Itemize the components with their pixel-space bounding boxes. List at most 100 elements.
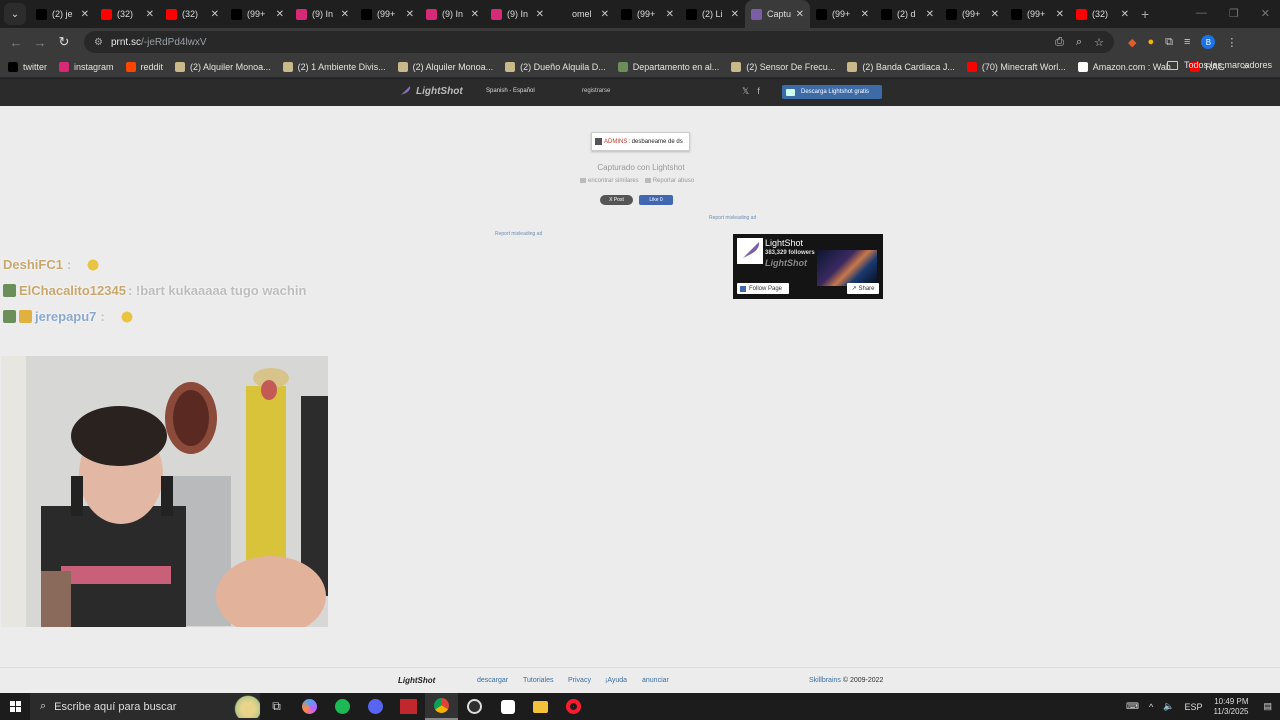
close-tab-icon[interactable]: ✕ xyxy=(211,9,219,20)
discord-icon[interactable] xyxy=(359,693,392,720)
close-window-icon[interactable]: ✕ xyxy=(1261,7,1270,20)
twitter-icon[interactable]: 𝕏 xyxy=(742,86,749,97)
install-app-icon[interactable]: ⎙ xyxy=(1055,36,1064,49)
browser-tab[interactable]: (32) ✕ xyxy=(1070,0,1135,28)
close-tab-icon[interactable]: ✕ xyxy=(926,9,934,20)
tray-overflow-icon[interactable]: ^ xyxy=(1149,702,1153,712)
app-red-icon[interactable] xyxy=(392,693,425,720)
extensions-puzzle-icon[interactable]: ⧉ xyxy=(1165,36,1173,49)
browser-tab[interactable]: (99+ ✕ xyxy=(615,0,680,28)
notifications-icon[interactable]: ▤ xyxy=(1263,701,1272,712)
report-ad-link[interactable]: Report misleading ad xyxy=(709,215,756,221)
close-tab-icon[interactable]: ✕ xyxy=(666,9,674,20)
bookmark-item[interactable]: reddit xyxy=(125,61,163,72)
report-ad-link[interactable]: Report misleading ad xyxy=(495,231,542,237)
fb-follow-button[interactable]: Follow Page xyxy=(737,283,789,294)
clock[interactable]: 10:49 PM 11/3/2025 xyxy=(1213,697,1248,717)
close-tab-icon[interactable]: ✕ xyxy=(341,9,349,20)
profile-avatar[interactable]: B xyxy=(1201,35,1216,49)
close-tab-icon[interactable]: ✕ xyxy=(1121,9,1129,20)
bookmark-item[interactable]: instagram xyxy=(59,61,114,72)
language-indicator[interactable]: ESP xyxy=(1184,702,1202,712)
close-tab-icon[interactable]: ✕ xyxy=(471,9,479,20)
facebook-icon[interactable]: f xyxy=(757,86,760,97)
close-tab-icon[interactable]: ✕ xyxy=(796,9,804,20)
close-tab-icon[interactable]: ✕ xyxy=(276,9,284,20)
address-bar[interactable]: ⚙ prnt.sc /-jeRdPd4lwxV ⎙ ⌕ ☆ xyxy=(84,31,1114,53)
taskbar-search[interactable]: ⌕ Escribe aquí para buscar xyxy=(30,693,260,720)
bookmark-item[interactable]: twitter xyxy=(8,61,47,72)
obs-icon[interactable] xyxy=(458,693,491,720)
footer-link-download[interactable]: descargar xyxy=(477,677,508,684)
close-tab-icon[interactable]: ✕ xyxy=(536,9,544,20)
restore-icon[interactable]: ❐ xyxy=(1229,7,1239,20)
menu-kebab-icon[interactable]: ⋮ xyxy=(1226,36,1237,49)
browser-tab[interactable]: (9) In ✕ xyxy=(290,0,355,28)
opera-icon[interactable] xyxy=(557,693,590,720)
browser-tab[interactable]: (99+ ✕ xyxy=(940,0,1005,28)
browser-tab[interactable]: (32) ✕ xyxy=(160,0,225,28)
download-button[interactable]: Descarga Lightshot gratis xyxy=(782,85,882,99)
close-tab-icon[interactable]: ✕ xyxy=(146,9,154,20)
close-tab-icon[interactable]: ✕ xyxy=(991,9,999,20)
reload-icon[interactable]: ↻ xyxy=(52,34,76,50)
browser-tab[interactable]: (2) je ✕ xyxy=(30,0,95,28)
browser-tab[interactable]: Captu ✕ xyxy=(745,0,810,28)
x-post-button[interactable]: X Post xyxy=(600,195,633,205)
browser-tab[interactable]: (99+ ✕ xyxy=(810,0,875,28)
close-tab-icon[interactable]: ✕ xyxy=(1056,9,1064,20)
volume-icon[interactable]: 🔈 xyxy=(1163,701,1174,712)
back-icon[interactable]: ← xyxy=(4,35,28,50)
app-dark-icon[interactable] xyxy=(491,693,524,720)
bookmark-item[interactable]: (2) Alquiler Monoa... xyxy=(397,61,493,72)
media-control-icon[interactable]: ≡ xyxy=(1184,36,1190,48)
report-abuse-link[interactable]: Reportar abuso xyxy=(644,178,694,184)
browser-tab[interactable]: (99+ ✕ xyxy=(225,0,290,28)
close-tab-icon[interactable]: ✕ xyxy=(731,9,739,20)
lightshot-logo[interactable]: LightShot xyxy=(398,84,463,98)
forward-icon[interactable]: → xyxy=(28,35,52,50)
zoom-icon[interactable]: ⌕ xyxy=(1076,36,1082,49)
chrome-icon[interactable] xyxy=(425,693,458,720)
browser-tab[interactable]: (9) In ✕ xyxy=(420,0,485,28)
language-selector[interactable]: Spanish - Español xyxy=(486,88,535,94)
keyboard-icon[interactable]: ⌨ xyxy=(1126,701,1139,712)
browser-tab[interactable]: omel ✕ xyxy=(550,0,615,28)
browser-tab[interactable]: (99+ ✕ xyxy=(355,0,420,28)
tab-search-icon[interactable]: ⌄ xyxy=(4,3,26,25)
close-tab-icon[interactable]: ✕ xyxy=(601,9,609,20)
close-tab-icon[interactable]: ✕ xyxy=(406,9,414,20)
bookmark-star-icon[interactable]: ☆ xyxy=(1094,36,1104,49)
browser-tab[interactable]: (99+ ✕ xyxy=(1005,0,1070,28)
minimize-icon[interactable]: — xyxy=(1196,7,1207,20)
fb-share-button[interactable]: ↗ Share xyxy=(847,283,879,294)
find-similar-link[interactable]: encontrar similares xyxy=(580,178,639,184)
copilot-icon[interactable] xyxy=(293,693,326,720)
bookmark-item[interactable]: (70) Minecraft Worl... xyxy=(966,61,1066,72)
extension-icon[interactable]: ◆ xyxy=(1128,36,1136,49)
new-tab-icon[interactable]: + xyxy=(1141,6,1149,22)
browser-tab[interactable]: (32) ✕ xyxy=(95,0,160,28)
all-bookmarks-folder[interactable]: Todos los marcadores xyxy=(1166,60,1272,70)
close-tab-icon[interactable]: ✕ xyxy=(861,9,869,20)
start-button[interactable] xyxy=(0,701,30,712)
fb-like-button[interactable]: Like 0 xyxy=(639,195,673,205)
footer-link-help[interactable]: ¡Ayuda xyxy=(605,677,627,684)
site-info-icon[interactable]: ⚙ xyxy=(94,37,103,48)
bookmark-item[interactable]: Departamento en al... xyxy=(617,61,719,72)
bookmark-item[interactable]: (2) Alquiler Monoa... xyxy=(175,61,271,72)
extension-color-icon[interactable]: ● xyxy=(1147,36,1154,48)
bookmark-item[interactable]: Amazon.com : Wah... xyxy=(1077,61,1178,72)
facebook-page-widget[interactable]: LightShot 383,329 followers LightShot Fo… xyxy=(733,234,883,299)
footer-link-privacy[interactable]: Privacy xyxy=(568,677,591,684)
register-link[interactable]: registrarse xyxy=(582,88,610,94)
footer-link-tutorials[interactable]: Tutoriales xyxy=(523,677,553,684)
browser-tab[interactable]: (2) d ✕ xyxy=(875,0,940,28)
spotify-icon[interactable] xyxy=(326,693,359,720)
bookmark-item[interactable]: (2) Banda Cardiaca J... xyxy=(847,61,955,72)
bookmark-item[interactable]: (2) 1 Ambiente Divis... xyxy=(282,61,386,72)
bookmark-item[interactable]: (2) Dueño Alquila D... xyxy=(505,61,606,72)
close-tab-icon[interactable]: ✕ xyxy=(81,9,89,20)
bookmark-item[interactable]: (2) Sensor De Frecu... xyxy=(731,61,835,72)
footer-logo[interactable]: LightShot xyxy=(398,676,435,685)
